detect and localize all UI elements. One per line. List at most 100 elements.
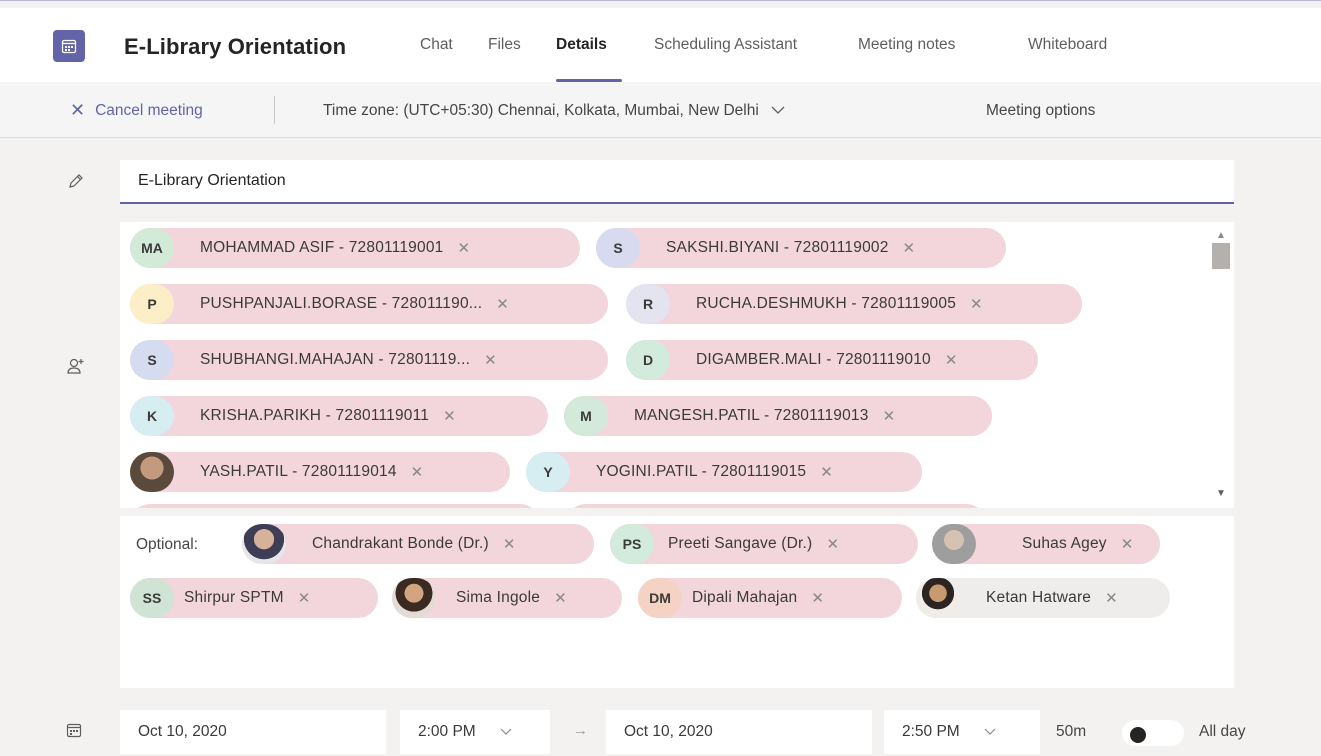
close-icon: ✕ [70,100,86,120]
attendee-chip[interactable]: S SAKSHI.BIYANI - 72801119002 ✕ [596,228,1006,268]
remove-icon[interactable]: ✕ [443,407,456,425]
attendee-name: Chandrakant Bonde (Dr.) [312,535,489,552]
scroll-thumb[interactable] [1212,243,1230,269]
remove-icon[interactable]: ✕ [411,463,424,481]
attendee-name: Dipali Mahajan [692,589,798,606]
remove-icon[interactable]: ✕ [820,463,833,481]
calendar-icon [66,722,82,743]
remove-icon[interactable]: ✕ [883,407,896,425]
duration-label: 50m [1056,723,1087,740]
remove-icon[interactable]: ✕ [554,589,567,607]
avatar: PS [610,524,654,564]
avatar: Y [526,452,570,492]
attendee-name: YOGINI.PATIL - 72801119015 [596,463,807,480]
arrow-right-icon: → [573,722,588,739]
attendee-chip[interactable]: MA MOHAMMAD ASIF - 72801119001 ✕ [130,228,580,268]
end-time-picker[interactable]: 2:50 PM [884,710,1040,754]
optional-attendee-chip[interactable]: Sima Ingole ✕ [392,578,622,618]
tab-details[interactable]: Details [556,8,622,82]
avatar-photo [130,452,174,492]
tab-meeting-notes[interactable]: Meeting notes [858,8,1028,82]
attendee-name: Preeti Sangave (Dr.) [668,535,813,552]
remove-icon[interactable]: ✕ [970,295,983,313]
required-attendees-list[interactable]: MA MOHAMMAD ASIF - 72801119001 ✕ S SAKSH… [120,222,1234,508]
avatar: S [130,340,174,380]
meeting-options-button[interactable]: Meeting options [986,102,1095,120]
tab-scheduling-assistant[interactable]: Scheduling Assistant [622,8,858,82]
timezone-dropdown[interactable]: Time zone: (UTC+05:30) Chennai, Kolkata,… [323,102,785,120]
end-date-value: Oct 10, 2020 [624,723,713,740]
remove-icon[interactable]: ✕ [903,239,916,257]
chevron-down-icon [771,102,785,120]
all-day-toggle[interactable] [1122,720,1184,746]
optional-attendee-chip[interactable]: Chandrakant Bonde (Dr.) ✕ [242,524,594,564]
start-time-value: 2:00 PM [418,723,476,740]
optional-attendee-chip[interactable]: Ketan Hatware ✕ [916,578,1170,618]
start-date-value: Oct 10, 2020 [138,723,227,740]
attendee-chip[interactable]: D DIGAMBER.MALI - 72801119010 ✕ [626,340,1038,380]
meeting-title-input[interactable] [120,160,1234,204]
attendee-chip[interactable]: M MANGESH.PATIL - 72801119013 ✕ [564,396,992,436]
remove-icon[interactable]: ✕ [457,239,470,257]
avatar: S [596,228,640,268]
calendar-icon [53,30,85,62]
attendee-name: PUSHPANJALI.BORASE - 728011190... [200,295,483,312]
optional-attendee-chip[interactable]: SS Shirpur SPTM ✕ [130,578,378,618]
remove-icon[interactable]: ✕ [503,535,516,553]
end-time-value: 2:50 PM [902,723,960,740]
attendee-chip[interactable]: S SHUBHANGI.MAHAJAN - 72801119... ✕ [130,340,608,380]
remove-icon[interactable]: ✕ [484,351,497,369]
cancel-meeting-label: Cancel meeting [95,101,203,119]
attendee-name: MANGESH.PATIL - 72801119013 [634,407,869,424]
optional-attendees-list[interactable]: Optional: Chandrakant Bonde (Dr.) ✕ PS P… [120,516,1234,688]
attendee-name: YASH.PATIL - 72801119014 [200,463,397,480]
avatar: MA [130,228,174,268]
attendee-chip[interactable]: K KRISHA.PARIKH - 72801119011 ✕ [130,396,548,436]
attendee-chip[interactable]: YASH.PATIL - 72801119014 ✕ [130,452,510,492]
start-date-picker[interactable]: Oct 10, 2020 [120,710,386,754]
attendee-name: DIGAMBER.MALI - 72801119010 [696,351,931,368]
attendee-chip-partial[interactable] [566,504,986,508]
optional-label: Optional: [136,536,199,553]
optional-attendee-chip[interactable]: Suhas Agey ✕ [932,524,1160,564]
avatar-photo [916,578,960,618]
chevron-down-icon [500,725,512,739]
attendee-name: Sima Ingole [456,589,541,606]
start-time-picker[interactable]: 2:00 PM [400,710,550,754]
attendee-chip-partial[interactable] [130,504,540,508]
attendee-chip[interactable]: P PUSHPANJALI.BORASE - 728011190... ✕ [130,284,608,324]
attendee-name: RUCHA.DESHMUKH - 72801119005 [696,295,957,312]
avatar-photo [392,578,436,618]
avatar: R [626,284,670,324]
remove-icon[interactable]: ✕ [1121,535,1134,553]
remove-icon[interactable]: ✕ [298,589,311,607]
attendee-name: SAKSHI.BIYANI - 72801119002 [666,239,889,256]
avatar-photo [932,524,976,564]
scroll-up-icon[interactable]: ▲ [1216,230,1226,241]
optional-attendee-chip[interactable]: DM Dipali Mahajan ✕ [638,578,902,618]
cancel-meeting-button[interactable]: ✕ Cancel meeting [70,100,203,121]
optional-attendee-chip[interactable]: PS Preeti Sangave (Dr.) ✕ [610,524,918,564]
chevron-down-icon [984,725,996,739]
attendee-chip[interactable]: Y YOGINI.PATIL - 72801119015 ✕ [526,452,922,492]
attendee-name: Ketan Hatware [986,589,1092,606]
remove-icon[interactable]: ✕ [811,589,824,607]
end-date-picker[interactable]: Oct 10, 2020 [606,710,872,754]
tab-chat[interactable]: Chat [420,8,488,82]
all-day-label: All day [1199,723,1246,740]
remove-icon[interactable]: ✕ [1105,589,1118,607]
toggle-knob [1130,727,1146,743]
remove-icon[interactable]: ✕ [945,351,958,369]
avatar: K [130,396,174,436]
scroll-down-icon[interactable]: ▼ [1216,488,1226,499]
remove-icon[interactable]: ✕ [826,535,839,553]
tab-whiteboard[interactable]: Whiteboard [1028,8,1148,82]
tab-bar: Chat Files Details Scheduling Assistant … [420,8,1148,82]
meeting-header: E-Library Orientation Chat Files Details… [0,8,1321,82]
remove-icon[interactable]: ✕ [496,295,509,313]
tab-files[interactable]: Files [488,8,556,82]
toolbar: ✕ Cancel meeting Time zone: (UTC+05:30) … [0,82,1321,138]
timezone-label: Time zone: (UTC+05:30) Chennai, Kolkata,… [323,102,759,119]
avatar: D [626,340,670,380]
attendee-chip[interactable]: R RUCHA.DESHMUKH - 72801119005 ✕ [626,284,1082,324]
